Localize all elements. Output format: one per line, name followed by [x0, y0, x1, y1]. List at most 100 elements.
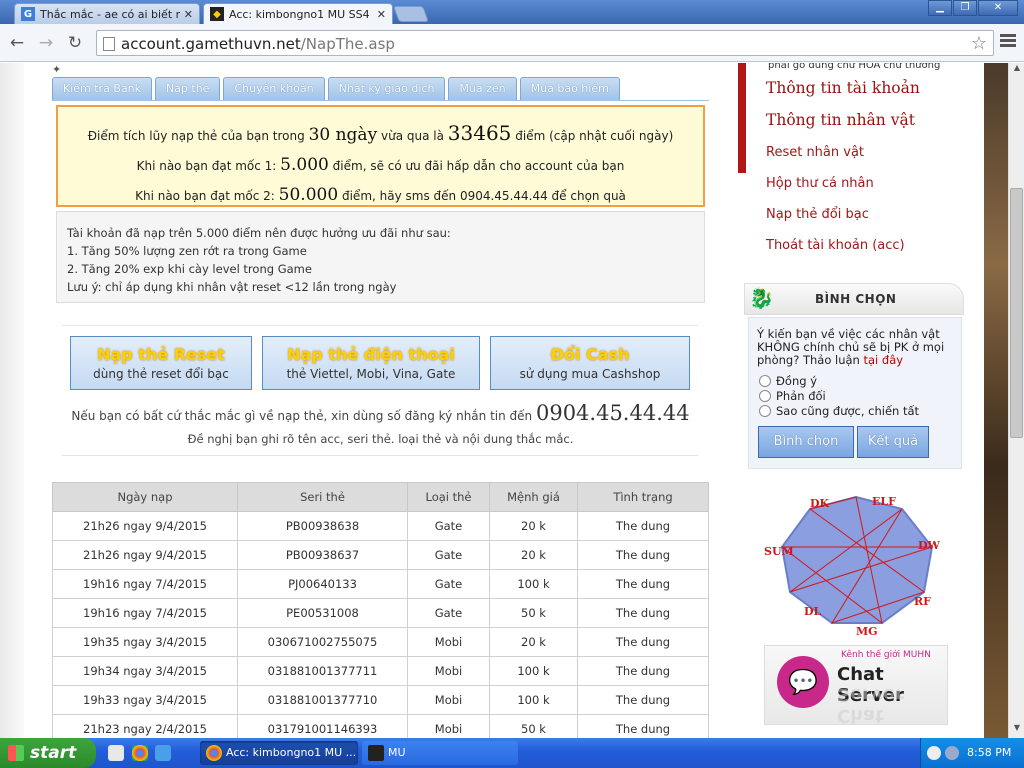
poll-option[interactable]: Sao cũng được, chiến tất [759, 404, 919, 418]
col-loai-the: Loại thẻ [407, 482, 490, 512]
table-cell: Mobi [407, 656, 490, 686]
benefit-item: 1. Tăng 50% lượng zen rớt ra trong Game [67, 244, 307, 258]
table-cell: 20 k [489, 540, 578, 570]
table-cell: 19h33 ngay 3/4/2015 [52, 685, 238, 715]
benefits-intro: Tài khoản đã nạp trên 5.000 điểm nên đượ… [67, 226, 451, 240]
table-row: 19h16 ngay 7/4/2015 PJ00640133 Gate 100 k Th… [52, 569, 709, 599]
browser-toolbar: ← → ↻ account.gamethuvn.net/NapThe.asp ☆ [0, 24, 1024, 62]
nap-the-dien-thoai-button[interactable]: Nạp thẻ điện thoại thẻ Viettel, Mobi, Vi… [262, 336, 480, 390]
scroll-up-icon[interactable]: ▲ [1009, 63, 1024, 77]
scroll-thumb[interactable] [1010, 188, 1023, 438]
task-mu[interactable]: MU [362, 741, 518, 765]
back-icon[interactable]: ← [6, 32, 28, 54]
table-cell: The dung [577, 656, 709, 686]
result-button[interactable]: Kết quả [857, 426, 929, 458]
forward-icon[interactable]: → [35, 32, 57, 54]
dragon-icon: 🐉 [749, 286, 774, 310]
chrome-icon[interactable] [132, 745, 148, 761]
close-icon[interactable]: ✕ [184, 8, 193, 21]
chat-server-banner[interactable]: 💬 Kênh thế giới MUHN Chat Server Chat Se… [764, 645, 948, 726]
table-row: 21h26 ngay 9/4/2015 PB00938638 Gate 20 k The… [52, 511, 709, 541]
table-cell: 031881001377711 [237, 656, 408, 686]
vote-button[interactable]: Bình chọn [758, 426, 854, 458]
mu-icon [368, 745, 384, 761]
poll-discuss-link[interactable]: tại đây [864, 353, 904, 367]
browser-tab-1[interactable]: G Thắc mắc - ae có ai biết mốc ✕ [14, 3, 200, 24]
table-cell: The dung [577, 540, 709, 570]
table-row: 21h26 ngay 9/4/2015 PB00938637 Gate 20 k The… [52, 540, 709, 570]
notepad-icon[interactable] [108, 745, 124, 761]
account-subtabs: Kiểm tra Bank Nạp thẻ Chuyển khoản Nhật … [52, 77, 620, 101]
poll-option[interactable]: Đồng ý [759, 374, 817, 388]
star-icon[interactable]: ☆ [971, 33, 987, 54]
table-cell: The dung [577, 627, 709, 657]
table-cell: The dung [577, 598, 709, 628]
sidebar-item-character-info[interactable]: Thông tin nhân vật [766, 111, 915, 129]
doi-cash-button[interactable]: Đổi Cash sử dụng mua Cashshop [490, 336, 690, 390]
new-tab-button[interactable] [393, 6, 429, 22]
page-scrollbar[interactable]: ▲ ▼ [1008, 63, 1024, 738]
class-wheel-diagram: DK ELF DW RF MG DL SUM [764, 495, 941, 637]
table-cell: 100 k [489, 569, 578, 599]
background-left [0, 63, 24, 738]
sidebar-accent-bar [738, 63, 746, 173]
table-cell: Gate [407, 569, 490, 599]
page-icon [103, 37, 115, 51]
tray-arrow-icon[interactable] [927, 746, 941, 760]
table-row: 19h33 ngay 3/4/2015 031881001377710 Mobi 10… [52, 685, 709, 715]
subtab-chuyen-khoan[interactable]: Chuyển khoản [223, 77, 325, 101]
table-cell: 19h34 ngay 3/4/2015 [52, 656, 238, 686]
table-header-row: Ngày nạp Seri thẻ Loại thẻ Mệnh giá Tình… [52, 482, 709, 512]
close-window-button[interactable]: ✕ [978, 0, 1018, 16]
table-cell: The dung [577, 714, 709, 738]
radio-button[interactable] [759, 375, 771, 387]
chrome-icon [206, 745, 222, 761]
table-cell: PB00938638 [237, 511, 408, 541]
radio-button[interactable] [759, 390, 771, 402]
table-cell: 21h23 ngay 2/4/2015 [52, 714, 238, 738]
table-cell: 21h26 ngay 9/4/2015 [52, 511, 238, 541]
subtab-mua-zen[interactable]: Mua zen [448, 77, 517, 101]
background-right [984, 63, 1008, 738]
sidebar-item-nap-the[interactable]: Nạp thẻ đổi bạc [766, 207, 869, 222]
table-cell: The dung [577, 569, 709, 599]
subtab-mua-bao-hiem[interactable]: Mua bảo hiểm [519, 77, 620, 101]
contact-phone: 0904.45.44.44 [535, 401, 690, 425]
reload-icon[interactable]: ↻ [64, 32, 86, 54]
class-label-dk: DK [810, 497, 830, 510]
sidebar-item-reset[interactable]: Reset nhân vật [766, 145, 864, 160]
subtab-nhat-ky[interactable]: Nhật ký giao dịch [327, 77, 446, 101]
nap-the-reset-button[interactable]: Nạp thẻ Reset dùng thẻ reset đổi bạc [70, 336, 252, 390]
network-icon[interactable] [945, 746, 959, 760]
clock: 8:58 PM [967, 746, 1012, 759]
col-seri-the: Seri thẻ [237, 482, 408, 512]
task-browser[interactable]: Acc: kimbongno1 MU ... [200, 741, 358, 765]
table-cell: Gate [407, 540, 490, 570]
table-cell: Mobi [407, 714, 490, 738]
subtab-nap-the[interactable]: Nạp thẻ [154, 77, 221, 101]
restore-button[interactable]: ❐ [953, 0, 977, 16]
browser-tab-2[interactable]: ◆ Acc: kimbongno1 MU SS4 SS6 ✕ [203, 3, 393, 24]
subtab-bank[interactable]: Kiểm tra Bank [52, 77, 152, 101]
menu-icon[interactable] [1000, 34, 1016, 50]
start-button[interactable]: start [0, 738, 96, 768]
sidebar-item-mailbox[interactable]: Hộp thư cá nhân [766, 176, 874, 191]
ie-icon[interactable] [155, 745, 171, 761]
points-line-2: Khi nào bạn đạt mốc 1: 5.000 điểm, sẽ có… [136, 155, 625, 175]
sidebar-item-logout[interactable]: Thoát tài khoản (acc) [766, 238, 905, 253]
table-cell: 21h26 ngay 9/4/2015 [52, 540, 238, 570]
col-menh-gia: Mệnh giá [489, 482, 578, 512]
class-label-dl: DL [804, 605, 822, 618]
sidebar-item-account-info[interactable]: Thông tin tài khoản [766, 79, 920, 97]
table-cell: 100 k [489, 685, 578, 715]
poll-option[interactable]: Phản đối [759, 389, 826, 403]
points-box: Điểm tích lũy nạp thẻ của bạn trong 30 n… [56, 105, 705, 207]
close-icon[interactable]: ✕ [377, 8, 386, 21]
scroll-down-icon[interactable]: ▼ [1009, 723, 1024, 737]
address-bar[interactable]: account.gamethuvn.net/NapThe.asp ☆ [96, 30, 994, 56]
benefits-note: Lưu ý: chỉ áp dụng khi nhân vật reset <1… [67, 280, 397, 294]
col-ngay-nap: Ngày nạp [52, 482, 238, 512]
table-cell: Gate [407, 511, 490, 541]
minimize-button[interactable]: ▁ [928, 0, 952, 16]
radio-button[interactable] [759, 405, 771, 417]
